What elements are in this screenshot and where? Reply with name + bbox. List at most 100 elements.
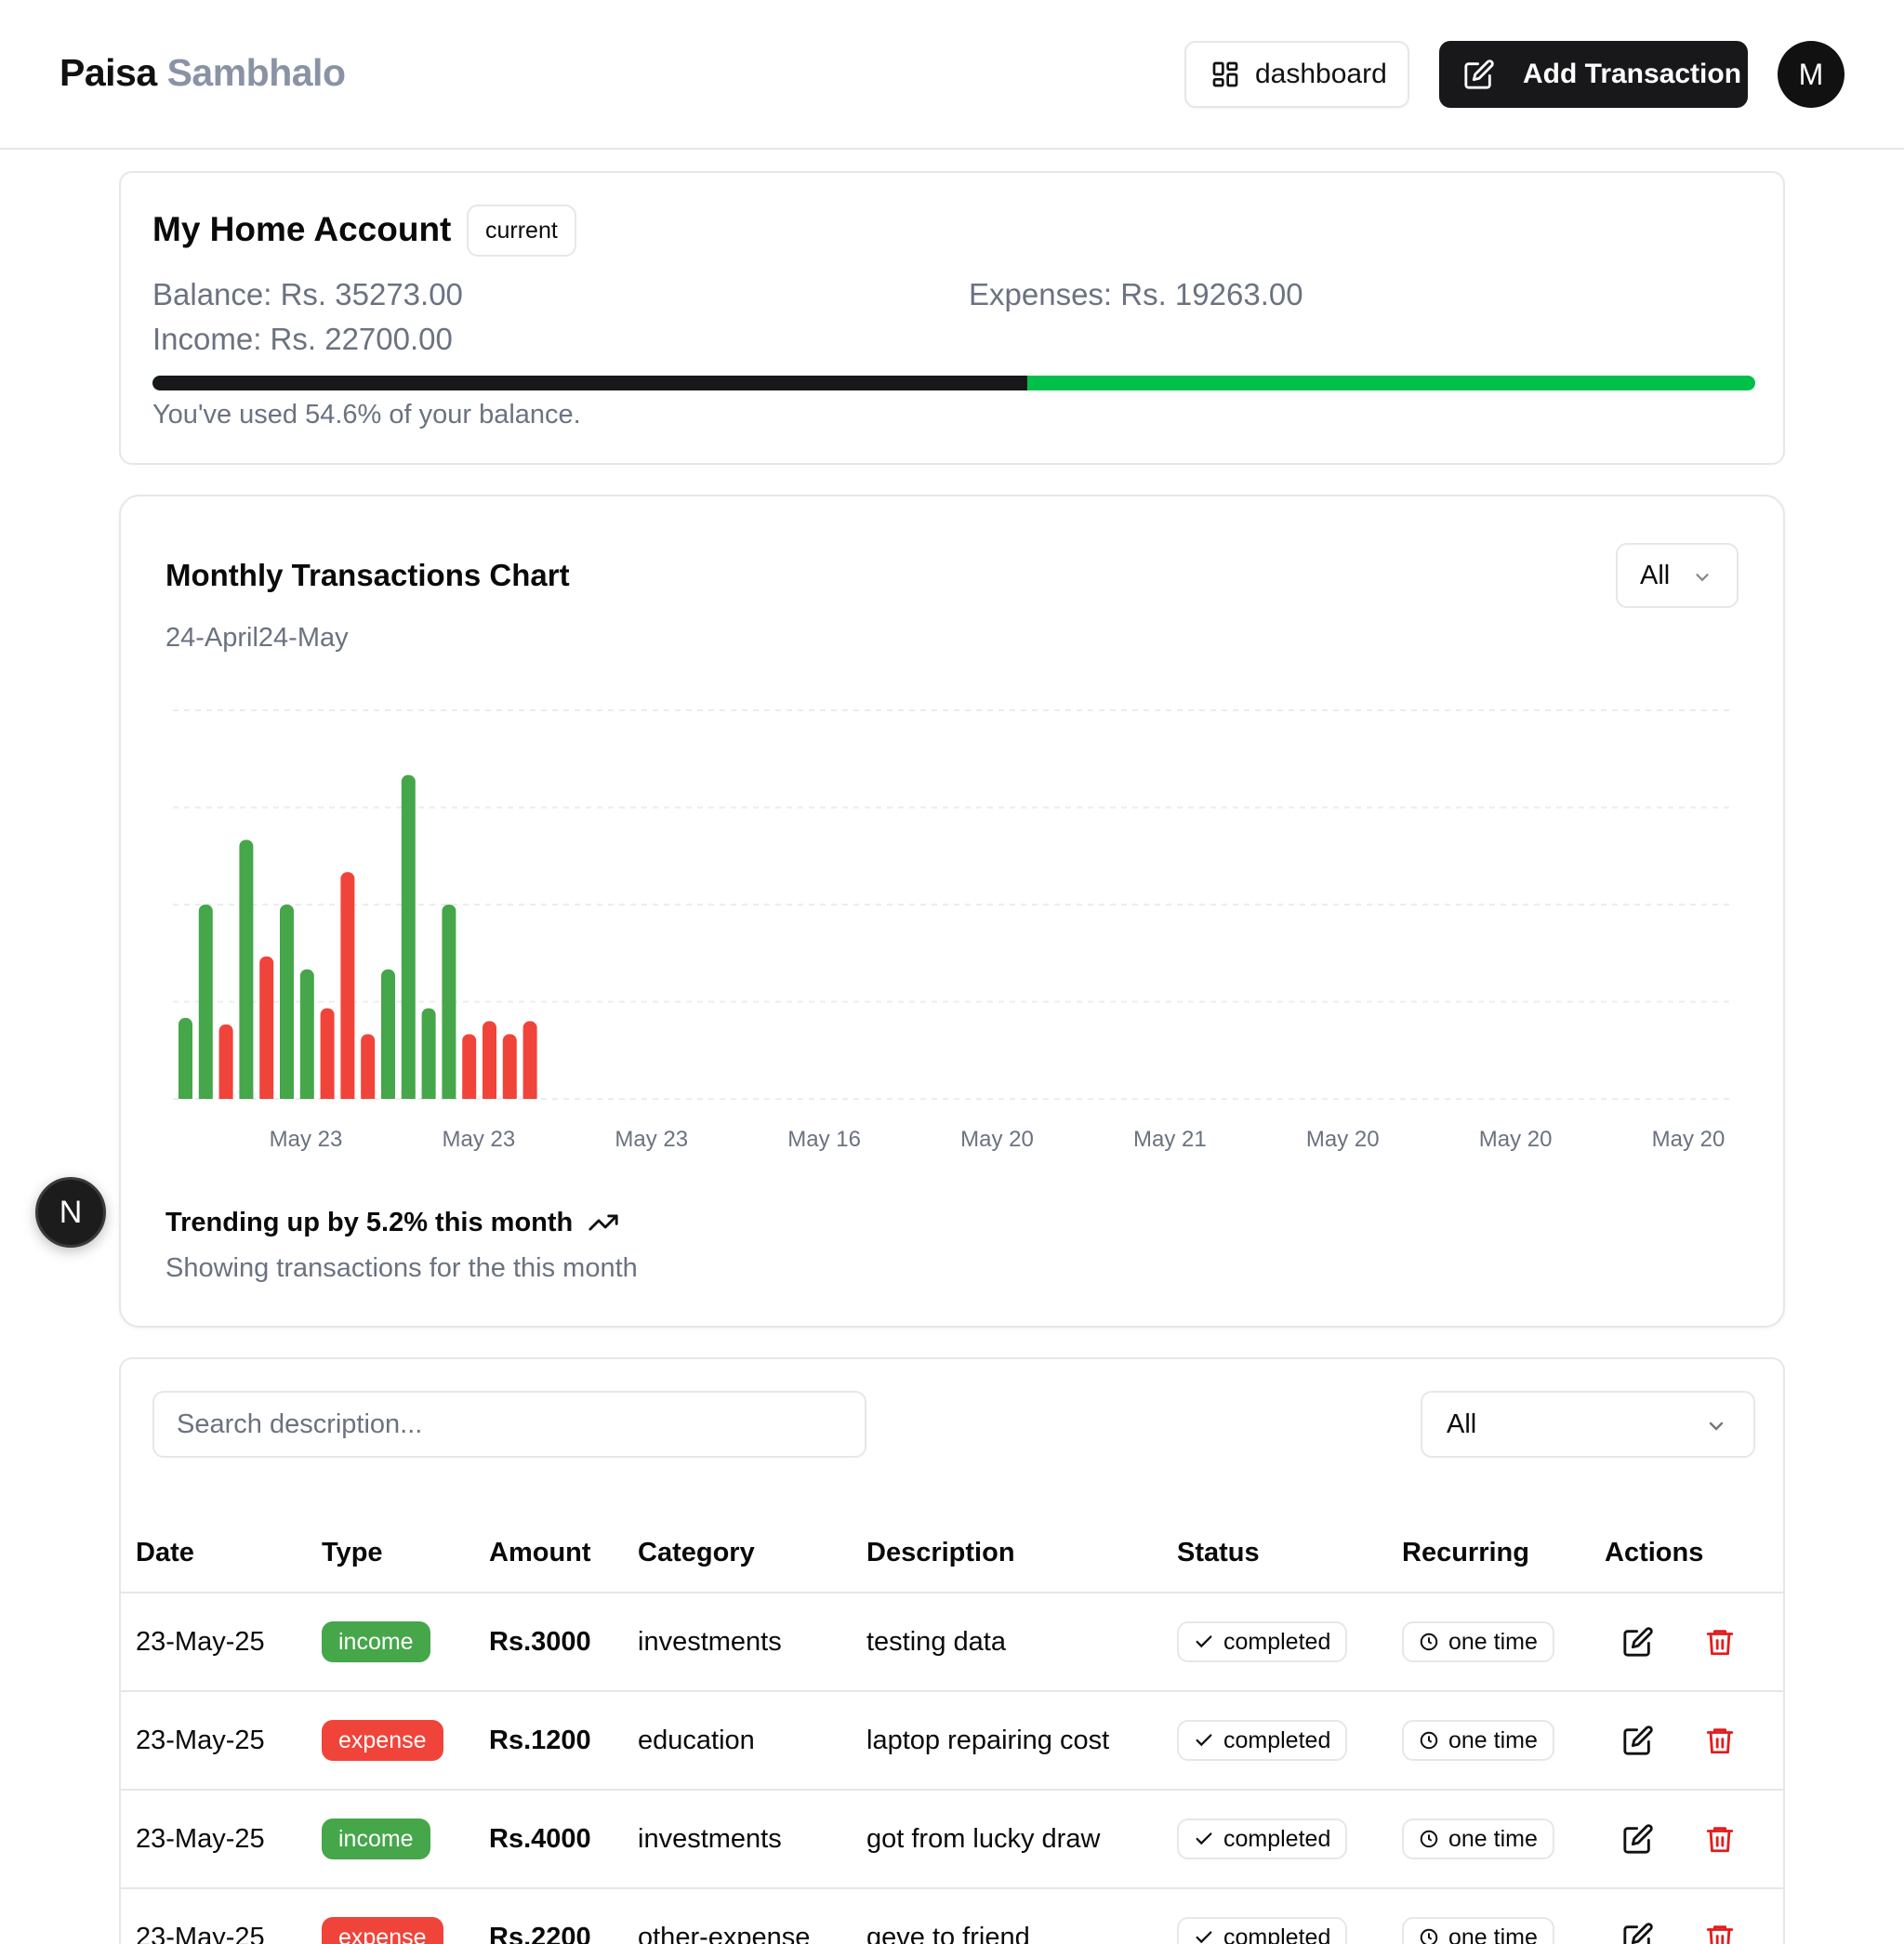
chart-bar-expense[interactable] — [218, 1024, 233, 1099]
column-header-recurring: Recurring — [1402, 1538, 1529, 1567]
status-text: completed — [1223, 1924, 1331, 1944]
chart-bar-expense[interactable] — [340, 872, 355, 1099]
clock-icon — [1420, 1633, 1438, 1651]
dashboard-button[interactable]: dashboard — [1184, 41, 1409, 108]
chart-bar-base — [483, 1091, 496, 1099]
row-status-cell: completed — [1177, 1889, 1348, 1944]
chart-bar-income[interactable] — [421, 1008, 436, 1099]
account-balance: Balance: Rs. 35273.00 — [152, 277, 463, 311]
delete-button[interactable] — [1701, 1919, 1739, 1944]
chart-bar-base — [401, 1091, 416, 1099]
clock-icon — [1420, 1731, 1438, 1750]
x-tick-label: May 21 — [1133, 1127, 1207, 1152]
trash-icon — [1706, 1827, 1734, 1853]
row-actions-cell — [1620, 1692, 1739, 1789]
clock-icon — [1420, 1928, 1438, 1944]
type-badge: expense — [322, 1720, 443, 1761]
chart-bar-expense[interactable] — [462, 1034, 477, 1099]
chart-bar-base — [361, 1091, 376, 1099]
row-actions-cell — [1620, 1791, 1739, 1887]
table-row: 23-May-25 income Rs.4000 investments got… — [121, 1789, 1785, 1887]
status-badge: completed — [1177, 1621, 1348, 1662]
chart-bar-expense[interactable] — [502, 1034, 517, 1099]
table-row: 23-May-25 income Rs.3000 investments tes… — [121, 1592, 1785, 1690]
nextjs-dev-badge[interactable]: N — [35, 1177, 106, 1248]
trending-up-icon — [588, 1214, 618, 1231]
chart-bar-base — [421, 1091, 436, 1099]
chart-bar-income[interactable] — [381, 969, 395, 1099]
chart-title: Monthly Transactions Chart — [165, 558, 570, 592]
transactions-table-card: All Date Type Amount Category Descriptio… — [119, 1357, 1785, 1944]
chart-bar-base — [299, 1091, 314, 1099]
chart-bar-income[interactable] — [239, 840, 254, 1099]
row-type-cell: expense — [322, 1692, 443, 1789]
search-description-input[interactable] — [152, 1391, 866, 1458]
edit-icon — [1623, 1726, 1653, 1755]
chart-bar-income[interactable] — [299, 969, 314, 1099]
add-transaction-label: Add Transaction — [1523, 59, 1742, 89]
chart-bar-income[interactable] — [401, 774, 416, 1099]
chart-bar-income[interactable] — [198, 905, 213, 1099]
status-badge: completed — [1177, 1720, 1348, 1761]
row-category: other-expense — [638, 1922, 811, 1944]
status-badge: completed — [1177, 1917, 1348, 1944]
edit-icon — [1623, 1923, 1653, 1944]
row-amount: Rs.4000 — [489, 1823, 591, 1854]
type-filter-value: All — [1447, 1408, 1477, 1439]
check-icon — [1196, 1734, 1212, 1747]
row-date: 23-May-25 — [136, 1823, 265, 1854]
x-tick-label: May 20 — [1306, 1127, 1380, 1152]
transactions-bar-chart: May 23 May 23 May 23 May 16 May 20 May 21 May … — [173, 709, 1733, 1152]
dashboard-grid-icon — [1212, 61, 1238, 87]
check-icon — [1196, 1635, 1212, 1648]
edit-button[interactable] — [1620, 1820, 1657, 1858]
progress-fill — [152, 376, 1028, 390]
balance-usage-note: You've used 54.6% of your balance. — [152, 400, 581, 430]
transaction-type-filter[interactable]: All — [1421, 1391, 1755, 1458]
chart-bar-expense[interactable] — [483, 1021, 496, 1099]
user-avatar[interactable]: M — [1778, 41, 1844, 108]
chart-bar-income[interactable] — [442, 905, 456, 1099]
edit-button[interactable] — [1620, 1623, 1657, 1660]
chart-bar-income[interactable] — [280, 905, 294, 1099]
add-transaction-button[interactable]: Add Transaction — [1439, 41, 1748, 108]
chart-bar-income[interactable] — [178, 1017, 192, 1099]
row-recurring-cell: one time — [1402, 1791, 1554, 1887]
status-badge: completed — [1177, 1818, 1348, 1859]
edit-button[interactable] — [1620, 1722, 1657, 1759]
delete-button[interactable] — [1701, 1722, 1739, 1759]
chart-type-filter[interactable]: All — [1616, 543, 1739, 608]
chart-bar-expense[interactable] — [522, 1021, 537, 1099]
chart-filter-value: All — [1640, 560, 1671, 590]
row-type-cell: income — [322, 1791, 430, 1887]
delete-button[interactable] — [1701, 1623, 1739, 1660]
x-tick-label: May 16 — [787, 1127, 861, 1152]
edit-button[interactable] — [1620, 1919, 1657, 1944]
status-text: completed — [1223, 1726, 1331, 1753]
column-header-type: Type — [322, 1538, 383, 1567]
chart-bar-expense[interactable] — [320, 1008, 335, 1099]
row-recurring-cell: one time — [1402, 1889, 1554, 1944]
account-summary-card: My Home Account current Balance: Rs. 352… — [119, 171, 1785, 465]
chart-bar-base — [178, 1091, 192, 1099]
row-description: geve to friend — [866, 1922, 1030, 1944]
recurring-badge: one time — [1402, 1621, 1554, 1662]
row-date: 23-May-25 — [136, 1626, 265, 1657]
chevron-down-icon — [1709, 1422, 1724, 1431]
status-text: completed — [1223, 1628, 1331, 1655]
chart-bar-base — [320, 1091, 335, 1099]
column-header-description: Description — [866, 1538, 1015, 1567]
delete-button[interactable] — [1701, 1820, 1739, 1858]
edit-icon — [1623, 1824, 1653, 1854]
top-navbar: Paisa Sambhalo dashboard Add Transaction… — [0, 0, 1904, 150]
chart-bar-expense[interactable] — [361, 1034, 376, 1099]
chart-bar-expense[interactable] — [259, 956, 274, 1099]
brand-logo[interactable]: Paisa Sambhalo — [60, 51, 346, 95]
type-badge: income — [322, 1621, 430, 1662]
row-recurring-cell: one time — [1402, 1692, 1554, 1789]
table-row: 23-May-25 expense Rs.1200 education lapt… — [121, 1690, 1785, 1789]
trend-summary: Trending up by 5.2% this month — [165, 1207, 619, 1238]
recurring-text: one time — [1448, 1726, 1538, 1753]
row-status-cell: completed — [1177, 1692, 1348, 1789]
chart-footer-text: Showing transactions for the this month — [165, 1253, 638, 1283]
